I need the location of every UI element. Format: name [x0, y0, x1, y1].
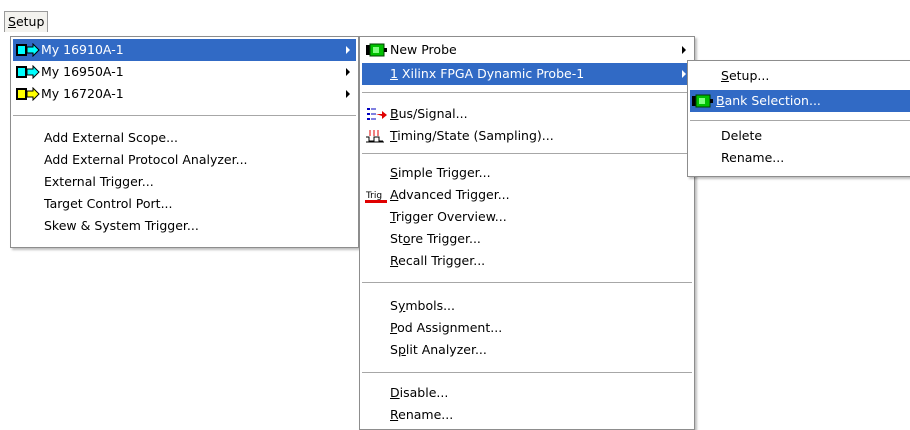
menu-item-target-control-port[interactable]: Target Control Port... — [13, 193, 356, 215]
menu-item-label: Store Trigger... — [390, 231, 481, 246]
analyzer-submenu: New Probe 1 Xilinx FPGA Dynamic Probe-1 … — [359, 36, 695, 430]
submenu-arrow-icon — [346, 46, 350, 54]
analyzer-cyan-icon — [16, 65, 40, 79]
menu-item-label: Trigger Overview... — [390, 209, 507, 224]
menu-item-label: Pod Assignment... — [390, 320, 503, 335]
menu-item-label: External Trigger... — [44, 174, 154, 189]
bus-signal-icon — [366, 107, 388, 121]
menu-setup[interactable]: Setup — [4, 11, 49, 32]
menu-item-label: Rename... — [390, 407, 454, 422]
menu-item-label: Bank Selection... — [716, 93, 821, 108]
menu-setup-label: Setup — [8, 14, 45, 29]
probe-submenu: Setup... Bank Selection... Delete Rename… — [687, 60, 910, 177]
menu-item-label: Add External Scope... — [44, 130, 179, 145]
menu-separator — [362, 153, 692, 154]
menu-item-my-16910a[interactable]: My 16910A-1 — [13, 39, 356, 61]
menu-item-store-trigger[interactable]: Store Trigger... — [362, 228, 692, 250]
menu-item-advanced-trigger[interactable]: Trig Advanced Trigger... — [362, 184, 692, 206]
menu-item-label: Target Control Port... — [44, 196, 173, 211]
menu-item-xilinx-fpga-probe[interactable]: 1 Xilinx FPGA Dynamic Probe-1 — [362, 63, 692, 85]
menu-item-label: My 16910A-1 — [41, 42, 124, 57]
menu-item-bank-selection[interactable]: Bank Selection... — [690, 90, 910, 112]
probe-green-icon — [692, 94, 714, 108]
menu-item-split-analyzer[interactable]: Split Analyzer... — [362, 339, 692, 361]
menu-item-timing-state[interactable]: Timing/State (Sampling)... — [362, 125, 692, 147]
analyzer-cyan-icon — [16, 43, 40, 57]
svg-text:Trig: Trig — [365, 191, 382, 201]
menu-item-label: Timing/State (Sampling)... — [390, 128, 554, 143]
menu-item-label: Advanced Trigger... — [390, 187, 510, 202]
menu-item-label: Simple Trigger... — [390, 165, 491, 180]
timing-state-icon — [366, 129, 388, 143]
submenu-arrow-icon — [346, 90, 350, 98]
probe-green-icon — [366, 43, 388, 57]
setup-menu: My 16910A-1 My 16950A-1 My 16720A-1 Add … — [10, 36, 359, 248]
menu-item-label: Symbols... — [390, 298, 456, 313]
menubar: Setup — [0, 0, 910, 36]
menu-item-trigger-overview[interactable]: Trigger Overview... — [362, 206, 692, 228]
menu-item-simple-trigger[interactable]: Simple Trigger... — [362, 162, 692, 184]
menu-item-rename[interactable]: Rename... — [362, 404, 692, 426]
menu-item-bus-signal[interactable]: Bus/Signal... — [362, 103, 692, 125]
menu-item-add-external-protocol-analyzer[interactable]: Add External Protocol Analyzer... — [13, 149, 356, 171]
menu-item-rename[interactable]: Rename... — [690, 147, 910, 169]
menu-item-label: Recall Trigger... — [390, 253, 486, 268]
trig-icon: Trig — [365, 188, 389, 203]
menu-item-new-probe[interactable]: New Probe — [362, 39, 692, 61]
submenu-arrow-icon — [682, 70, 686, 78]
menu-separator — [13, 115, 356, 116]
menu-item-pod-assignment[interactable]: Pod Assignment... — [362, 317, 692, 339]
menu-item-recall-trigger[interactable]: Recall Trigger... — [362, 250, 692, 272]
menu-item-external-trigger[interactable]: External Trigger... — [13, 171, 356, 193]
menu-item-label: My 16950A-1 — [41, 64, 124, 79]
menu-item-my-16950a[interactable]: My 16950A-1 — [13, 61, 356, 83]
analyzer-yellow-icon — [16, 87, 40, 101]
menu-item-label: Disable... — [390, 385, 449, 400]
menu-item-disable[interactable]: Disable... — [362, 382, 692, 404]
menu-item-my-16720a[interactable]: My 16720A-1 — [13, 83, 356, 105]
menu-item-label: Setup... — [721, 68, 770, 83]
menu-item-label: Skew & System Trigger... — [44, 218, 199, 233]
menu-item-label: Rename... — [721, 150, 785, 165]
menu-item-symbols[interactable]: Symbols... — [362, 295, 692, 317]
menu-item-delete[interactable]: Delete — [690, 125, 910, 147]
submenu-arrow-icon — [346, 68, 350, 76]
menu-separator — [690, 120, 910, 121]
menu-item-label: Add External Protocol Analyzer... — [44, 152, 248, 167]
menu-item-label: New Probe — [390, 42, 457, 57]
menu-item-add-external-scope[interactable]: Add External Scope... — [13, 127, 356, 149]
menu-item-label: Delete — [721, 128, 763, 143]
menu-item-skew-system-trigger[interactable]: Skew & System Trigger... — [13, 215, 356, 237]
menu-item-label: My 16720A-1 — [41, 86, 124, 101]
menu-separator — [362, 282, 692, 283]
menu-item-label: Bus/Signal... — [390, 106, 468, 121]
menu-separator — [362, 372, 692, 373]
menu-separator — [362, 92, 692, 93]
submenu-arrow-icon — [682, 46, 686, 54]
menu-item-label: 1 Xilinx FPGA Dynamic Probe-1 — [390, 66, 585, 81]
menu-item-setup[interactable]: Setup... — [690, 65, 910, 87]
menu-item-label: Split Analyzer... — [390, 342, 487, 357]
